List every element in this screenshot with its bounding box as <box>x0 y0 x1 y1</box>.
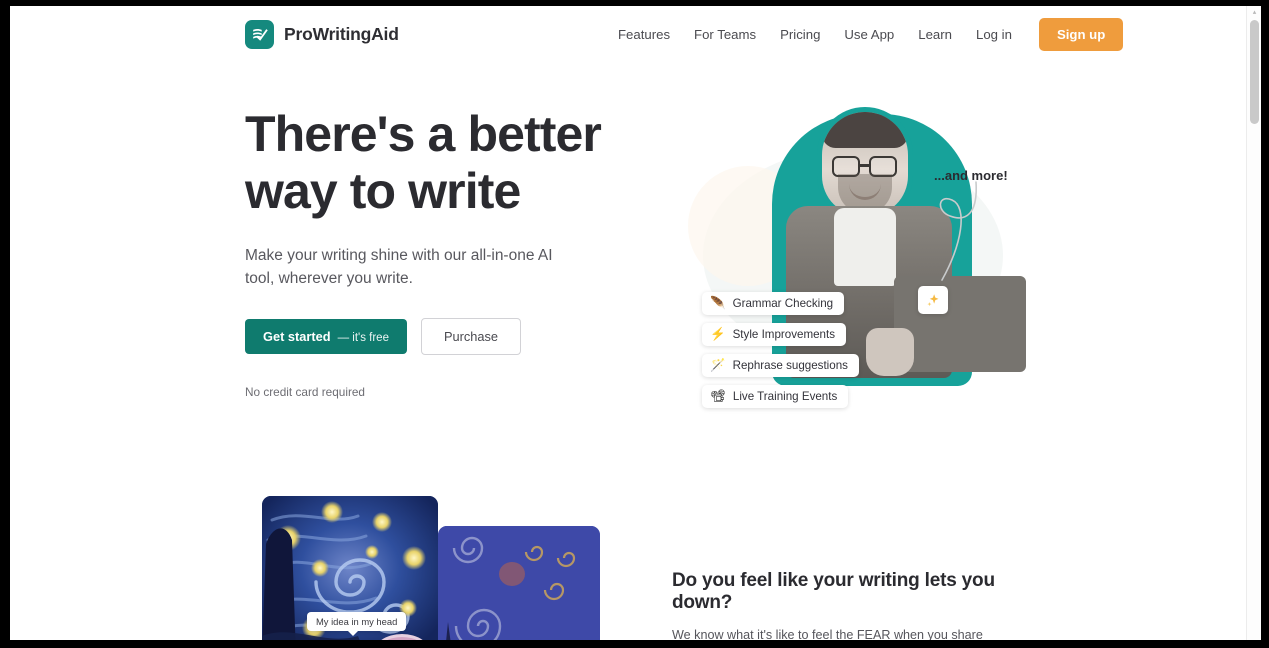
feature-pill-live-training-events[interactable]: 📽 Live Training Events <box>702 385 849 408</box>
curved-arrow-icon <box>939 181 977 281</box>
scroll-up-arrow-icon[interactable]: ▴ <box>1251 9 1258 16</box>
hero-copy: There's a better way to write Make your … <box>245 106 665 399</box>
nav-item-for-teams[interactable]: For Teams <box>682 21 768 48</box>
idea-caption-bubble: My idea in my head <box>307 612 407 636</box>
hero-title: There's a better way to write <box>245 106 602 219</box>
no-credit-card-note: No credit card required <box>245 385 365 399</box>
magic-wand-icon: 🪄 <box>710 358 726 373</box>
hero-illustration: ...and more! 🪶 Grammar Checking ⚡ Style … <box>678 106 1030 436</box>
feather-pen-icon: 🪶 <box>710 296 726 311</box>
nav-item-features[interactable]: Features <box>606 21 682 48</box>
page-scrollbar[interactable]: ▴ <box>1246 6 1261 640</box>
hair-shape <box>822 112 908 148</box>
hero-subtitle: Make your writing shine with our all-in-… <box>245 247 553 287</box>
feature-pill-label: Style Improvements <box>732 328 836 341</box>
feature-pill-style-improvements[interactable]: ⚡ Style Improvements <box>702 323 847 346</box>
feature-pill-label: Grammar Checking <box>732 297 834 310</box>
section-two-body: We know what it's like to feel the FEAR … <box>672 628 983 640</box>
brand-name: ProWritingAid <box>284 23 399 44</box>
scrollbar-thumb[interactable] <box>1250 20 1259 124</box>
lightning-bolt-icon: ⚡ <box>710 327 726 342</box>
feature-pill-label: Live Training Events <box>732 390 838 403</box>
browser-screen: ProWritingAid Features For Teams Pricing… <box>0 0 1269 648</box>
sparkles-icon <box>918 286 948 314</box>
eyeglass-bridge <box>860 164 869 167</box>
starry-night-illustration: My idea in my head <box>253 496 600 640</box>
main-nav: Features For Teams Pricing Use App Learn… <box>606 17 1124 51</box>
section-two-copy: Do you feel like your writing lets you d… <box>672 570 1017 640</box>
section-two-title: Do you feel like your writing lets you d… <box>672 570 995 613</box>
hero-cta-group: Get started — it's free Purchase <box>245 318 665 355</box>
hero-section: There's a better way to write Make your … <box>10 62 1246 482</box>
page-viewport: ProWritingAid Features For Teams Pricing… <box>10 6 1261 640</box>
person-head <box>822 112 908 216</box>
white-shirt <box>834 208 896 286</box>
get-started-button[interactable]: Get started — it's free <box>245 319 407 354</box>
nav-item-learn[interactable]: Learn <box>906 21 964 48</box>
site-header: ProWritingAid Features For Teams Pricing… <box>10 6 1246 62</box>
person-hand <box>866 328 914 376</box>
and-more-label: ...and more! <box>934 168 1008 183</box>
window-right-border <box>1261 0 1269 648</box>
get-started-label: Get started <box>263 329 331 344</box>
get-started-free-suffix: — it's free <box>337 332 389 344</box>
prowritingaid-logo-icon <box>245 19 274 49</box>
sign-up-button[interactable]: Sign up <box>1038 17 1124 51</box>
nav-item-pricing[interactable]: Pricing <box>768 21 832 48</box>
window-left-border <box>0 0 10 648</box>
film-projector-icon: 📽 <box>710 389 726 404</box>
writing-lets-you-down-section: My idea in my head Do you feel like your… <box>10 482 1246 640</box>
purchase-button[interactable]: Purchase <box>420 318 522 355</box>
nav-item-use-app[interactable]: Use App <box>832 21 906 48</box>
nav-item-log-in[interactable]: Log in <box>964 21 1024 48</box>
brand-logo-link[interactable]: ProWritingAid <box>245 19 399 49</box>
feature-pill-grammar-checking[interactable]: 🪶 Grammar Checking <box>702 292 845 315</box>
flat-starry-night-card <box>438 526 600 640</box>
feature-pill-label: Rephrase suggestions <box>732 359 848 372</box>
window-bottom-border <box>0 640 1269 648</box>
feature-pill-rephrase-suggestions[interactable]: 🪄 Rephrase suggestions <box>702 354 859 377</box>
